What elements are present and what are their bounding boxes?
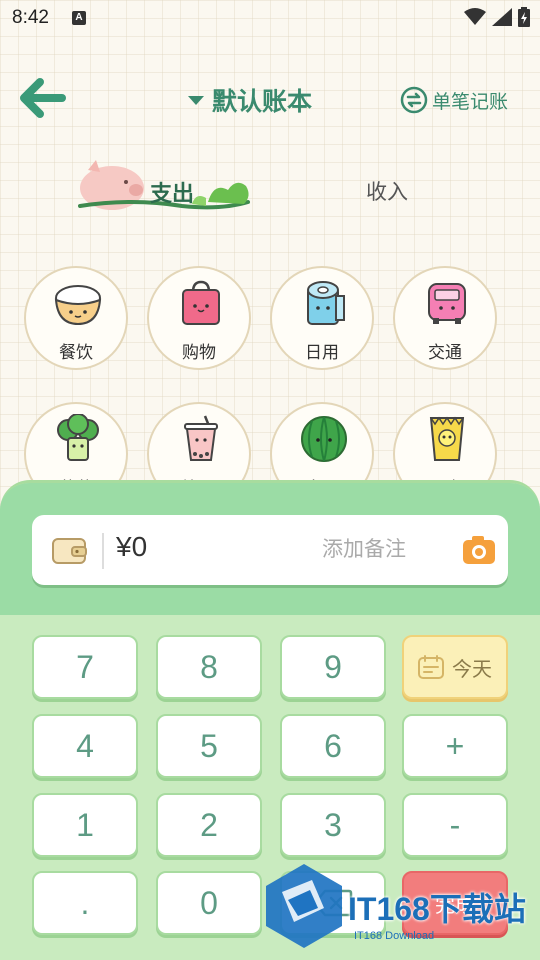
book-selector[interactable]: 默认账本 — [188, 82, 312, 118]
back-arrow-icon[interactable] — [20, 78, 66, 118]
amount-divider — [102, 533, 104, 569]
rice-bowl-icon — [54, 285, 102, 326]
book-title: 默认账本 — [212, 87, 313, 116]
single-entry-label: 单笔记账 — [432, 90, 509, 113]
amount-bar: ¥0 — [32, 515, 508, 585]
key-2[interactable]: 2 — [156, 793, 262, 857]
status-icons — [464, 7, 530, 27]
camera-icon[interactable] — [462, 535, 496, 565]
plus-key[interactable]: + — [402, 714, 508, 778]
bus-icon — [428, 283, 466, 324]
category-label: 日用 — [305, 343, 339, 363]
category-label: 购物 — [182, 343, 216, 363]
it168-logo-icon — [266, 864, 342, 948]
watermark: IT168下载站 IT168 Download — [262, 860, 532, 952]
key-1[interactable]: 1 — [32, 793, 138, 857]
today-label: 今天 — [452, 656, 492, 681]
tab-income[interactable]: 收入 — [366, 176, 408, 206]
key-8[interactable]: 8 — [156, 635, 262, 699]
category-daily[interactable]: 日用 — [270, 266, 374, 370]
caret-down-icon — [188, 95, 204, 105]
broccoli-icon — [57, 414, 99, 461]
key-7[interactable]: 7 — [32, 635, 138, 699]
shopping-bag-icon — [182, 280, 220, 325]
today-button[interactable]: 今天 — [402, 635, 508, 699]
category-transport[interactable]: 交通 — [393, 266, 497, 370]
tab-expense[interactable]: 支出 — [72, 152, 262, 216]
category-shopping[interactable]: 购物 — [147, 266, 251, 370]
status-time: 8:42 — [12, 7, 49, 28]
category-label: 餐饮 — [59, 343, 93, 363]
bubble-tea-icon — [184, 415, 218, 461]
key-4[interactable]: 4 — [32, 714, 138, 778]
status-bar: 8:42 A — [0, 0, 540, 36]
key-5[interactable]: 5 — [156, 714, 262, 778]
notification-a-icon: A — [72, 11, 86, 25]
signal-icon — [492, 8, 512, 26]
toilet-paper-icon — [307, 281, 345, 325]
wifi-icon — [464, 8, 486, 25]
chips-icon — [429, 416, 465, 461]
key-0[interactable]: 0 — [156, 871, 262, 935]
watermark-text: IT168下载站 — [348, 891, 526, 927]
minus-key[interactable]: - — [402, 793, 508, 857]
note-input[interactable] — [322, 537, 452, 561]
key-6[interactable]: 6 — [280, 714, 386, 778]
decimal-key[interactable]: . — [32, 871, 138, 935]
battery-icon — [518, 7, 530, 27]
watermelon-icon — [301, 416, 347, 462]
tab-expense-label: 支出 — [150, 182, 195, 207]
calendar-icon — [418, 655, 444, 679]
key-3[interactable]: 3 — [280, 793, 386, 857]
category-dining[interactable]: 餐饮 — [24, 266, 128, 370]
watermark-subtext: IT168 Download — [354, 930, 435, 942]
wallet-icon[interactable] — [52, 535, 88, 565]
key-9[interactable]: 9 — [280, 635, 386, 699]
swap-icon — [400, 86, 428, 114]
category-label: 交通 — [428, 343, 462, 363]
amount-display: ¥0 — [116, 531, 148, 562]
single-entry-button[interactable]: 单笔记账 — [400, 86, 508, 114]
